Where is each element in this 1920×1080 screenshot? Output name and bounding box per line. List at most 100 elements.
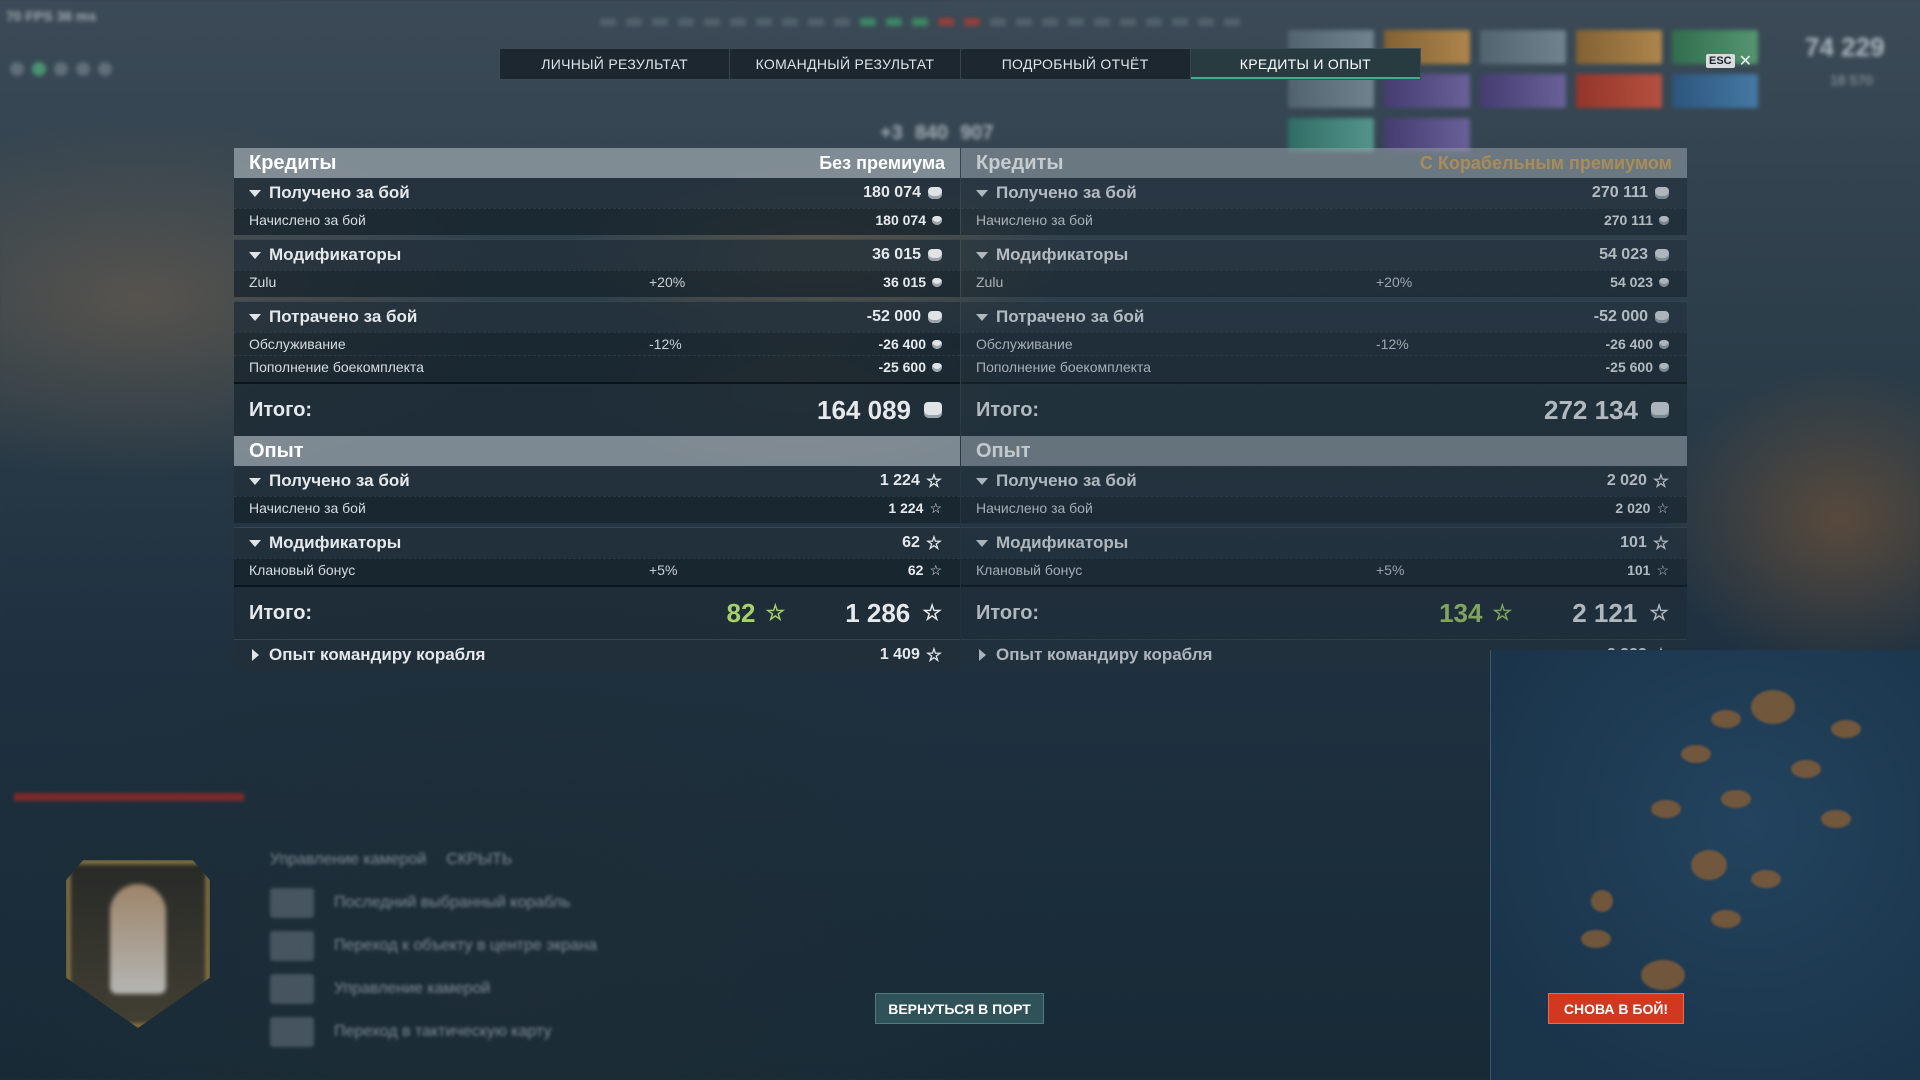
key-icon bbox=[270, 1016, 314, 1047]
xp-star-icon: ☆ bbox=[765, 600, 786, 625]
search-icon bbox=[10, 62, 24, 76]
list-item: Клановый бонус +5% 62 ☆ bbox=[234, 558, 960, 585]
group-xp-modifiers[interactable]: Модификаторы 101 ☆ bbox=[961, 527, 1687, 558]
tab-team-result[interactable]: КОМАНДНЫЙ РЕЗУЛЬТАТ bbox=[730, 49, 961, 79]
chevron-down-icon bbox=[976, 251, 988, 259]
section-title: Кредиты bbox=[976, 151, 1064, 174]
credits-icon bbox=[1659, 362, 1669, 372]
credits-header: Кредиты С Корабельным премиумом bbox=[961, 148, 1687, 178]
group-label: Получено за бой bbox=[269, 471, 410, 490]
credits-icon bbox=[1655, 187, 1669, 199]
section-title: Кредиты bbox=[249, 151, 337, 174]
item-label: Обслуживание bbox=[976, 336, 1073, 352]
chevron-right-icon bbox=[252, 649, 259, 661]
credits-icon bbox=[1659, 339, 1669, 349]
group-value: 36 015 bbox=[872, 246, 921, 263]
total-label: Итого: bbox=[976, 601, 1040, 624]
hint-text: Управление камерой bbox=[334, 979, 491, 997]
group-label: Потрачено за бой bbox=[996, 307, 1145, 326]
item-percent: +20% bbox=[1376, 274, 1413, 290]
results-tabs: ЛИЧНЫЙ РЕЗУЛЬТАТ КОМАНДНЫЙ РЕЗУЛЬТАТ ПОД… bbox=[499, 48, 1421, 80]
key-icon bbox=[270, 973, 314, 1004]
health-bar bbox=[14, 793, 244, 801]
chevron-down-icon bbox=[249, 477, 261, 485]
item-label: Обслуживание bbox=[249, 336, 346, 352]
list-item: Zulu +20% 54 023 bbox=[961, 270, 1687, 297]
group-label: Получено за бой bbox=[269, 183, 410, 202]
credits-icon bbox=[924, 402, 942, 418]
resource-counter: 74 229 bbox=[1805, 32, 1885, 62]
group-xp-modifiers[interactable]: Модификаторы 62 ☆ bbox=[234, 527, 960, 558]
hint-text: Последний выбранный корабль bbox=[334, 893, 571, 911]
item-percent: -12% bbox=[1376, 336, 1409, 352]
credits-icon bbox=[1651, 402, 1669, 418]
hint-title: Управление камерой bbox=[270, 850, 427, 868]
group-spent[interactable]: Потрачено за бой -52 000 bbox=[234, 301, 960, 332]
xp-star-icon: ☆ bbox=[1656, 500, 1669, 516]
xp-star-icon: ☆ bbox=[1656, 562, 1669, 578]
group-value: 101 bbox=[1620, 534, 1647, 551]
status-icon bbox=[54, 62, 68, 76]
battle-again-button[interactable]: СНОВА В БОЙ! bbox=[1548, 993, 1684, 1024]
group-earned[interactable]: Получено за бой 180 074 bbox=[234, 178, 960, 208]
credits-icon bbox=[1659, 277, 1669, 287]
total-number: 164 089 bbox=[817, 394, 911, 425]
status-icon bbox=[32, 62, 46, 76]
total-number: 2 121 bbox=[1572, 597, 1638, 628]
group-label: Модификаторы bbox=[269, 533, 402, 552]
xp-star-icon: ☆ bbox=[925, 645, 942, 665]
chevron-down-icon bbox=[249, 189, 261, 197]
fps-counter: 70 FPS 36 ms bbox=[6, 8, 97, 24]
group-label: Опыт командиру корабля bbox=[269, 645, 486, 664]
group-value: -52 000 bbox=[866, 308, 921, 325]
item-value: 101 bbox=[1627, 562, 1651, 578]
score-ally: 840 bbox=[914, 122, 949, 144]
group-value: -52 000 bbox=[1593, 308, 1648, 325]
camera-hints: Управление камерой СКРЫТЬ Последний выбра… bbox=[270, 838, 597, 1053]
item-label: Начислено за бой bbox=[249, 212, 366, 228]
hint-text: Переход к объекту в центре экрана bbox=[334, 936, 597, 954]
esc-key-hint: ESC bbox=[1706, 54, 1735, 68]
account-mode-label: С Корабельным премиумом bbox=[1419, 152, 1672, 173]
xp-header: Опыт bbox=[961, 436, 1687, 466]
group-earned[interactable]: Получено за бой 270 111 bbox=[961, 178, 1687, 208]
chevron-down-icon bbox=[976, 539, 988, 547]
status-icon bbox=[76, 62, 90, 76]
group-xp-earned[interactable]: Получено за бой 2 020 ☆ bbox=[961, 466, 1687, 496]
xp-total-row: Итого: 82 ☆ 1 286 ☆ bbox=[234, 585, 960, 639]
group-label: Модификаторы bbox=[996, 245, 1129, 264]
item-value: -26 400 bbox=[1605, 336, 1653, 352]
tab-personal-result[interactable]: ЛИЧНЫЙ РЕЗУЛЬТАТ bbox=[500, 49, 731, 79]
bonus-number: 82 bbox=[726, 597, 756, 628]
group-xp-earned[interactable]: Получено за бой 1 224 ☆ bbox=[234, 466, 960, 496]
list-item: Начислено за бой 2 020 ☆ bbox=[961, 496, 1687, 523]
item-value: 1 224 bbox=[888, 500, 924, 516]
group-modifiers[interactable]: Модификаторы 36 015 bbox=[234, 239, 960, 270]
credits-icon bbox=[1655, 311, 1669, 323]
group-spent[interactable]: Потрачено за бой -52 000 bbox=[961, 301, 1687, 332]
credits-icon bbox=[928, 311, 942, 323]
total-number: 272 134 bbox=[1544, 394, 1638, 425]
group-value: 270 111 bbox=[1591, 184, 1648, 201]
group-commander-xp[interactable]: Опыт командиру корабля 1 409 ☆ bbox=[234, 639, 960, 670]
tab-credits-and-xp[interactable]: КРЕДИТЫ И ОПЫТ bbox=[1190, 49, 1420, 79]
tab-detailed-report[interactable]: ПОДРОБНЫЙ ОТЧЁТ bbox=[961, 49, 1191, 79]
credits-icon bbox=[928, 187, 942, 199]
status-icon bbox=[98, 62, 112, 76]
return-to-port-button[interactable]: ВЕРНУТЬСЯ В ПОРТ bbox=[875, 993, 1044, 1024]
list-item: Zulu +20% 36 015 bbox=[234, 270, 960, 297]
item-value: 62 bbox=[907, 562, 924, 578]
group-label: Потрачено за бой bbox=[269, 307, 418, 326]
group-modifiers[interactable]: Модификаторы 54 023 bbox=[961, 239, 1687, 270]
xp-star-icon: ☆ bbox=[929, 562, 942, 578]
hint-text: Переход в тактическую карту bbox=[334, 1022, 552, 1040]
close-button[interactable]: ESC ✕ bbox=[1706, 51, 1752, 71]
chevron-down-icon bbox=[249, 251, 261, 259]
list-item: Начислено за бой 180 074 bbox=[234, 208, 960, 235]
group-value: 1 409 bbox=[879, 646, 920, 663]
total-label: Итого: bbox=[249, 398, 313, 421]
panel-ship-premium: Кредиты С Корабельным премиумом Получено… bbox=[961, 148, 1687, 670]
credits-total-row: Итого: 164 089 bbox=[234, 382, 960, 436]
group-value: 62 bbox=[902, 534, 920, 551]
item-value: -25 600 bbox=[878, 359, 926, 375]
